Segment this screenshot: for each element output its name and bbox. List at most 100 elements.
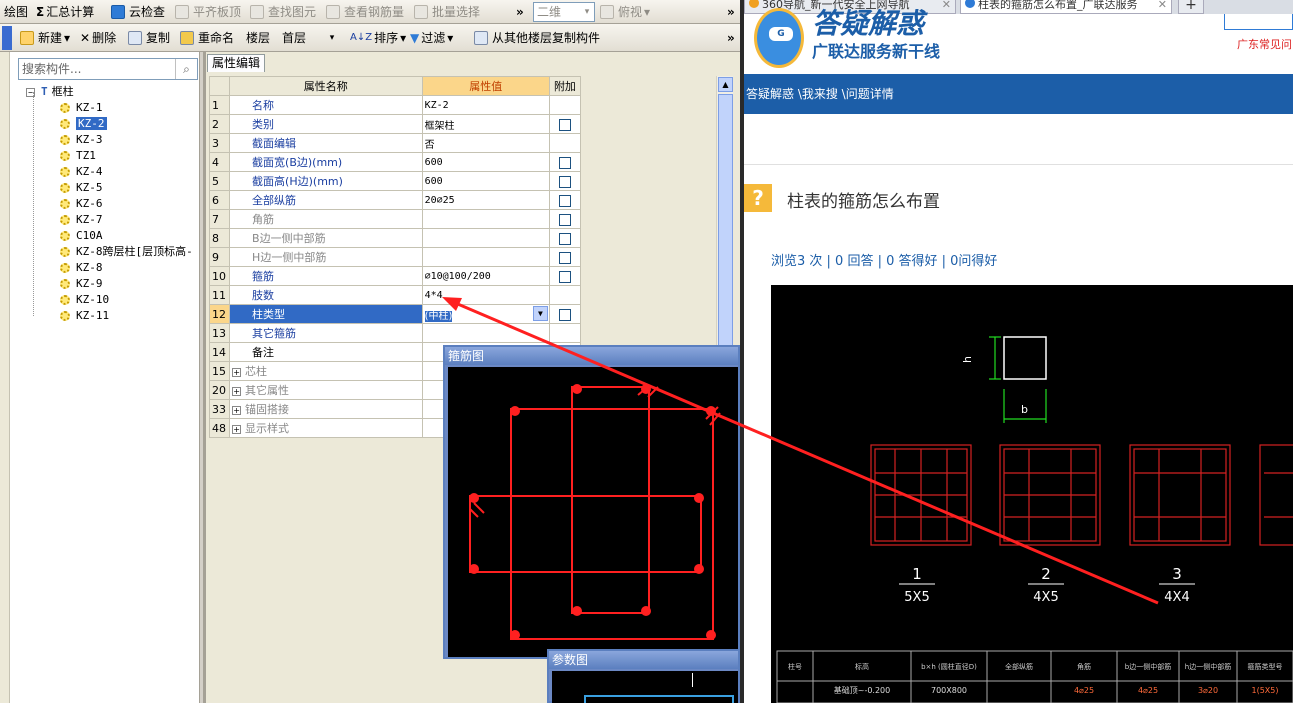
new-tab-button[interactable]: + [1178, 0, 1204, 14]
table-row[interactable]: 9 H边一侧中部筋 [208, 247, 582, 267]
chevron-down-icon[interactable]: ▼ [532, 306, 548, 321]
table-row[interactable]: 2 类别 框架柱 [208, 114, 582, 134]
table-row[interactable]: 13 其它箍筋 [208, 323, 582, 343]
stirrup-diagram [448, 367, 738, 657]
tree-item[interactable]: KZ-1 [60, 100, 103, 116]
tree-item[interactable]: KZ-8跨层柱[层顶标高- [60, 244, 198, 260]
stirrup-window-title[interactable]: 箍筋图 [445, 347, 738, 365]
tree-item[interactable]: KZ-8 [60, 260, 103, 276]
table-cell: 4⌀25 [1074, 686, 1094, 695]
tree-item[interactable]: KZ-6 [60, 196, 103, 212]
tree-item[interactable]: C10A [60, 228, 103, 244]
extra-checkbox[interactable] [558, 194, 571, 207]
table-row[interactable]: 7 角筋 [208, 209, 582, 229]
new-button[interactable]: 新建 ▾ [20, 26, 70, 50]
draw-button[interactable]: 绘图 [4, 0, 28, 23]
view-rebar-button[interactable]: 查看钢筋量 [326, 0, 404, 23]
tree-item[interactable]: KZ-10 [60, 292, 109, 308]
copy-button[interactable]: 复制 [128, 26, 170, 50]
batch-select-button[interactable]: 批量选择 [414, 0, 480, 23]
expand-icon[interactable]: + [232, 424, 242, 434]
extra-checkbox[interactable] [558, 213, 571, 226]
extra-checkbox[interactable] [558, 175, 571, 188]
banner-link[interactable]: 广东常见问 [1237, 36, 1292, 52]
stirrup-outer [510, 408, 714, 640]
close-icon[interactable]: ✕ [1158, 0, 1167, 13]
flat-roof-button[interactable]: 平齐板顶 [175, 0, 241, 23]
column-type-select[interactable]: (中柱) ▼ [421, 304, 550, 324]
sum-button[interactable]: Σ 汇总计算 [36, 0, 94, 23]
mascot-logo: G [754, 8, 804, 68]
col-name-header[interactable]: 属性名称 [229, 76, 423, 96]
delete-button[interactable]: ✕ 删除 [80, 26, 116, 50]
table-row[interactable]: 6 全部纵筋 20⌀25 [208, 190, 582, 210]
toolbar-overflow-2[interactable]: » [727, 0, 735, 23]
cube-icon [600, 5, 614, 19]
find-element-button[interactable]: 查找图元 [250, 0, 316, 23]
section-label-den: 4X5 [1033, 590, 1058, 605]
cloud-check-button[interactable]: 云检查 [111, 0, 165, 23]
search-icon[interactable]: ⌕ [175, 59, 197, 79]
extra-checkbox[interactable] [558, 156, 571, 169]
tree-item-selected[interactable]: KZ-2 [60, 116, 107, 132]
search-input[interactable]: 搜索构件... ⌕ [18, 58, 198, 80]
table-row[interactable]: 8 B边一侧中部筋 [208, 228, 582, 248]
tab-property-edit[interactable]: 属性编辑 [207, 54, 266, 72]
rebar-dot [706, 630, 716, 640]
rebar-dot [469, 564, 479, 574]
close-icon[interactable]: ✕ [942, 0, 951, 13]
param-window-title[interactable]: 参数图 [549, 651, 738, 669]
scroll-thumb[interactable] [718, 94, 733, 354]
table-row[interactable]: 11 肢数 4*4 [208, 285, 582, 305]
tree-item[interactable]: KZ-11 [60, 308, 109, 324]
copy-from-floor-button[interactable]: 从其他楼层复制构件 [474, 26, 600, 50]
sort-button[interactable]: A↓Z 排序 ▾ [350, 26, 406, 50]
gear-icon [60, 103, 70, 113]
question-stats[interactable]: 浏览3 次 | 0 回答 | 0 答得好 | 0问得好 [771, 250, 997, 269]
browser-tab-2[interactable]: 柱表的箍筋怎么布置_广联达服务 ✕ [960, 0, 1172, 14]
expand-icon[interactable]: + [232, 386, 242, 396]
table-row[interactable]: 1 名称 KZ-2 [208, 95, 582, 115]
splitter[interactable] [203, 52, 206, 703]
extra-checkbox[interactable] [558, 232, 571, 245]
tree-item[interactable]: KZ-4 [60, 164, 103, 180]
extra-checkbox[interactable] [558, 270, 571, 283]
tree-item[interactable]: KZ-5 [60, 180, 103, 196]
search-box[interactable] [1224, 14, 1293, 30]
sort-icon: A↓Z [350, 32, 373, 43]
tree-item[interactable]: TZ1 [60, 148, 96, 164]
rename-button[interactable]: 重命名 [180, 26, 234, 50]
col-value-header[interactable]: 属性值 [421, 76, 550, 96]
extra-checkbox[interactable] [558, 118, 571, 131]
question-title: 柱表的箍筋怎么布置 [787, 192, 940, 212]
scroll-up-icon[interactable]: ▲ [718, 77, 733, 92]
rebar-icon [326, 5, 340, 19]
toolbar2-overflow[interactable]: » [727, 26, 735, 50]
col-extra-header[interactable]: 附加 [548, 76, 582, 96]
rebar-dot [469, 493, 479, 503]
collapse-handle[interactable] [2, 26, 12, 50]
filter-button[interactable]: ▼ 过滤 ▾ [410, 26, 453, 50]
breadcrumb[interactable]: 答疑解惑 \我来搜 \问题详情 [744, 74, 1293, 114]
tree-item[interactable]: KZ-3 [60, 132, 103, 148]
grid-scrollbar[interactable]: ▲ [716, 76, 733, 376]
toolbar-overflow[interactable]: » [516, 0, 524, 23]
tree-item[interactable]: KZ-9 [60, 276, 103, 292]
extra-checkbox[interactable] [558, 251, 571, 264]
floor-select[interactable]: 首层 ▾ [278, 28, 340, 48]
tree-item[interactable]: KZ-7 [60, 212, 103, 228]
table-row[interactable]: 3 截面编辑否 [208, 133, 582, 153]
table-cell: 700X800 [931, 686, 967, 695]
table-row[interactable]: 10 箍筋 ⌀10@100/200 [208, 266, 582, 286]
table-row-selected[interactable]: 12 柱类型 (中柱) ▼ [208, 304, 582, 324]
overview-button[interactable]: 俯视 ▾ [600, 0, 650, 23]
site-banner: G 答疑解惑 广联达服务新干线 广东常见问 [744, 7, 1293, 74]
main-toolbar: 绘图 Σ 汇总计算 云检查 平齐板顶 查找图元 查看钢筋量 批量选择 » 二维 ▾ … [0, 0, 740, 24]
table-row[interactable]: 4 截面宽(B边)(mm) 600 [208, 152, 582, 172]
table-row[interactable]: 5 截面高(H边)(mm) 600 [208, 171, 582, 191]
view-mode-select[interactable]: 二维 ▾ [533, 2, 595, 22]
expand-icon[interactable]: + [232, 405, 242, 415]
extra-checkbox[interactable] [558, 308, 571, 321]
stirrup-inner-vertical [571, 386, 650, 614]
expand-icon[interactable]: + [232, 367, 242, 377]
